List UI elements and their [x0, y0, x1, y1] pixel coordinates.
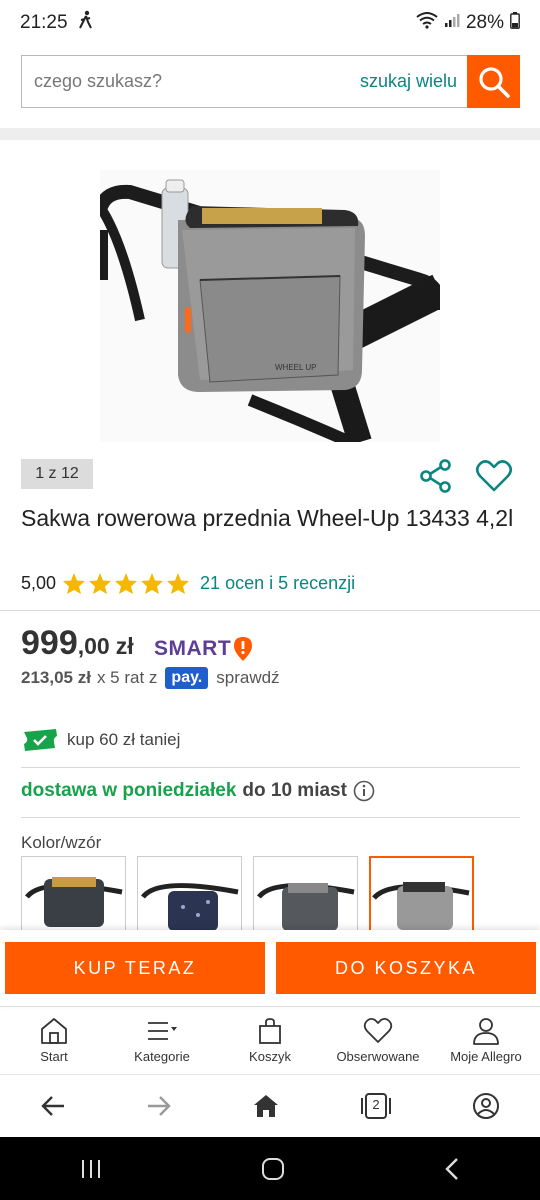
- installments-row: 213,05 zł x 5 rat z pay. sprawdź: [21, 667, 280, 689]
- user-icon: [473, 1018, 499, 1045]
- nav-item-cart[interactable]: Koszyk: [216, 1007, 324, 1074]
- favorite-button[interactable]: [475, 458, 513, 494]
- home-button-icon[interactable]: [261, 1157, 285, 1181]
- browser-toolbar: 2: [0, 1074, 540, 1137]
- variant-option-selected[interactable]: [369, 856, 474, 934]
- star-icon: [141, 573, 164, 594]
- star-icon: [63, 573, 86, 594]
- price: 999 ,00 zł: [21, 624, 134, 663]
- share-icon: [420, 459, 451, 493]
- search-multi-link[interactable]: szukaj wielu: [360, 71, 457, 92]
- menu-icon: [148, 1022, 177, 1040]
- forward-arrow-icon[interactable]: [146, 1094, 172, 1118]
- gallery-counter: 1 z 12: [21, 459, 93, 489]
- wifi-icon: [416, 11, 438, 35]
- delivery-date: dostawa w poniedziałek: [21, 780, 237, 801]
- variant-option[interactable]: [253, 856, 358, 934]
- variant-option[interactable]: [21, 856, 126, 934]
- price-decimal: ,00: [77, 633, 110, 659]
- battery-icon: [510, 11, 520, 35]
- coupon-row[interactable]: kup 60 zł taniej: [21, 728, 180, 752]
- home-icon: [41, 1018, 67, 1044]
- cart-icon: [259, 1018, 281, 1044]
- variant-option[interactable]: [137, 856, 242, 934]
- search-input[interactable]: czego szukasz? szukaj wielu: [21, 55, 467, 108]
- pay-badge: pay.: [165, 667, 209, 689]
- rating-value: 5,00: [21, 573, 57, 593]
- nav-label: Kategorie: [134, 1049, 190, 1064]
- section-divider: [0, 128, 540, 140]
- check-installments-link[interactable]: sprawdź: [216, 668, 279, 688]
- delivery-row[interactable]: dostawa w poniedziałek do 10 miast: [21, 780, 375, 802]
- account-icon[interactable]: [472, 1092, 500, 1120]
- product-image[interactable]: WHEEL UP: [91, 170, 448, 448]
- search-icon: [478, 66, 510, 98]
- star-icon: [115, 573, 138, 594]
- bottom-nav: Start Kategorie Koszyk Obserwowane Moje …: [0, 1006, 540, 1074]
- nav-item-start[interactable]: Start: [0, 1007, 108, 1074]
- battery-text: 28%: [465, 12, 504, 33]
- smart-badge[interactable]: SMART: [154, 636, 253, 662]
- heart-icon: [475, 460, 513, 492]
- back-arrow-icon[interactable]: [40, 1094, 66, 1118]
- system-navigation: [0, 1137, 540, 1200]
- add-to-cart-button[interactable]: DO KOSZYKA: [276, 942, 536, 994]
- coupon-icon: [24, 729, 57, 751]
- tabs-button[interactable]: 2: [360, 1092, 392, 1120]
- nav-item-watched[interactable]: Obserwowane: [324, 1007, 432, 1074]
- status-bar: 21:25 28%: [0, 0, 540, 46]
- nav-item-categories[interactable]: Kategorie: [108, 1007, 216, 1074]
- buy-now-button[interactable]: KUP TERAZ: [5, 942, 265, 994]
- coupon-text: kup 60 zł taniej: [67, 730, 181, 749]
- svg-text:WHEEL UP: WHEEL UP: [275, 363, 317, 372]
- heart-icon: [363, 1017, 393, 1043]
- installment-text: x 5 rat z: [96, 668, 158, 687]
- search-button[interactable]: [467, 55, 520, 108]
- smart-info-icon: [234, 637, 253, 661]
- info-icon: [353, 780, 375, 802]
- variant-label: Kolor/wzór: [21, 833, 102, 852]
- divider: [21, 767, 520, 768]
- cta-bar: KUP TERAZ DO KOSZYKA: [0, 930, 540, 1006]
- price-currency: zł: [115, 633, 134, 659]
- star-icon: [89, 573, 112, 594]
- divider: [21, 817, 520, 818]
- rating-row: 5,00 21 ocen i 5 recenzji: [21, 572, 355, 595]
- delivery-cities: do 10 miast: [242, 780, 347, 801]
- smart-label: SMART: [154, 637, 232, 660]
- star-icon: [167, 573, 190, 594]
- system-back-icon[interactable]: [443, 1157, 461, 1181]
- recent-apps-icon[interactable]: [79, 1158, 103, 1180]
- divider: [0, 610, 540, 611]
- nav-label: Moje Allegro: [450, 1049, 522, 1064]
- nav-label: Start: [40, 1049, 68, 1064]
- nav-label: Koszyk: [249, 1049, 291, 1064]
- rating-stars: [62, 572, 190, 595]
- search-bar: czego szukasz? szukaj wielu: [21, 55, 520, 108]
- installment-amount: 213,05 zł: [21, 668, 91, 687]
- nav-item-my-allegro[interactable]: Moje Allegro: [432, 1007, 540, 1074]
- walking-icon: [78, 10, 94, 36]
- variant-list: [21, 856, 474, 934]
- home-icon[interactable]: [252, 1093, 280, 1119]
- nav-label: Obserwowane: [336, 1049, 420, 1064]
- search-placeholder: czego szukasz?: [34, 71, 163, 91]
- signal-icon: [444, 12, 460, 34]
- status-time: 21:25: [20, 12, 68, 33]
- price-main: 999: [21, 624, 78, 662]
- share-button[interactable]: [418, 458, 454, 494]
- product-title: Sakwa rowerowa przednia Wheel-Up 13433 4…: [21, 505, 514, 531]
- reviews-link[interactable]: 21 ocen i 5 recenzji: [200, 573, 355, 594]
- tabs-count: 2: [372, 1097, 380, 1112]
